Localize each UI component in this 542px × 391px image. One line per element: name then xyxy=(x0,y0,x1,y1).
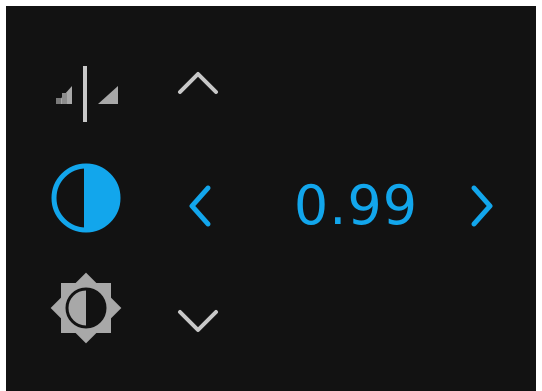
contrast-value: 0.99 xyxy=(293,174,419,237)
brightness-sun-icon[interactable] xyxy=(44,266,128,350)
brightness-row xyxy=(6,266,536,366)
chevron-down-icon[interactable] xyxy=(174,296,222,344)
adjustment-panel: 0.99 xyxy=(6,6,536,391)
chevron-left-icon[interactable] xyxy=(176,182,224,230)
contrast-half-circle-icon[interactable] xyxy=(44,156,128,240)
chevron-up-icon[interactable] xyxy=(174,60,222,108)
chevron-right-icon[interactable] xyxy=(458,182,506,230)
sharpness-split-icon[interactable] xyxy=(44,48,128,132)
sharpness-row xyxy=(6,46,536,146)
contrast-row: 0.99 xyxy=(6,156,536,256)
